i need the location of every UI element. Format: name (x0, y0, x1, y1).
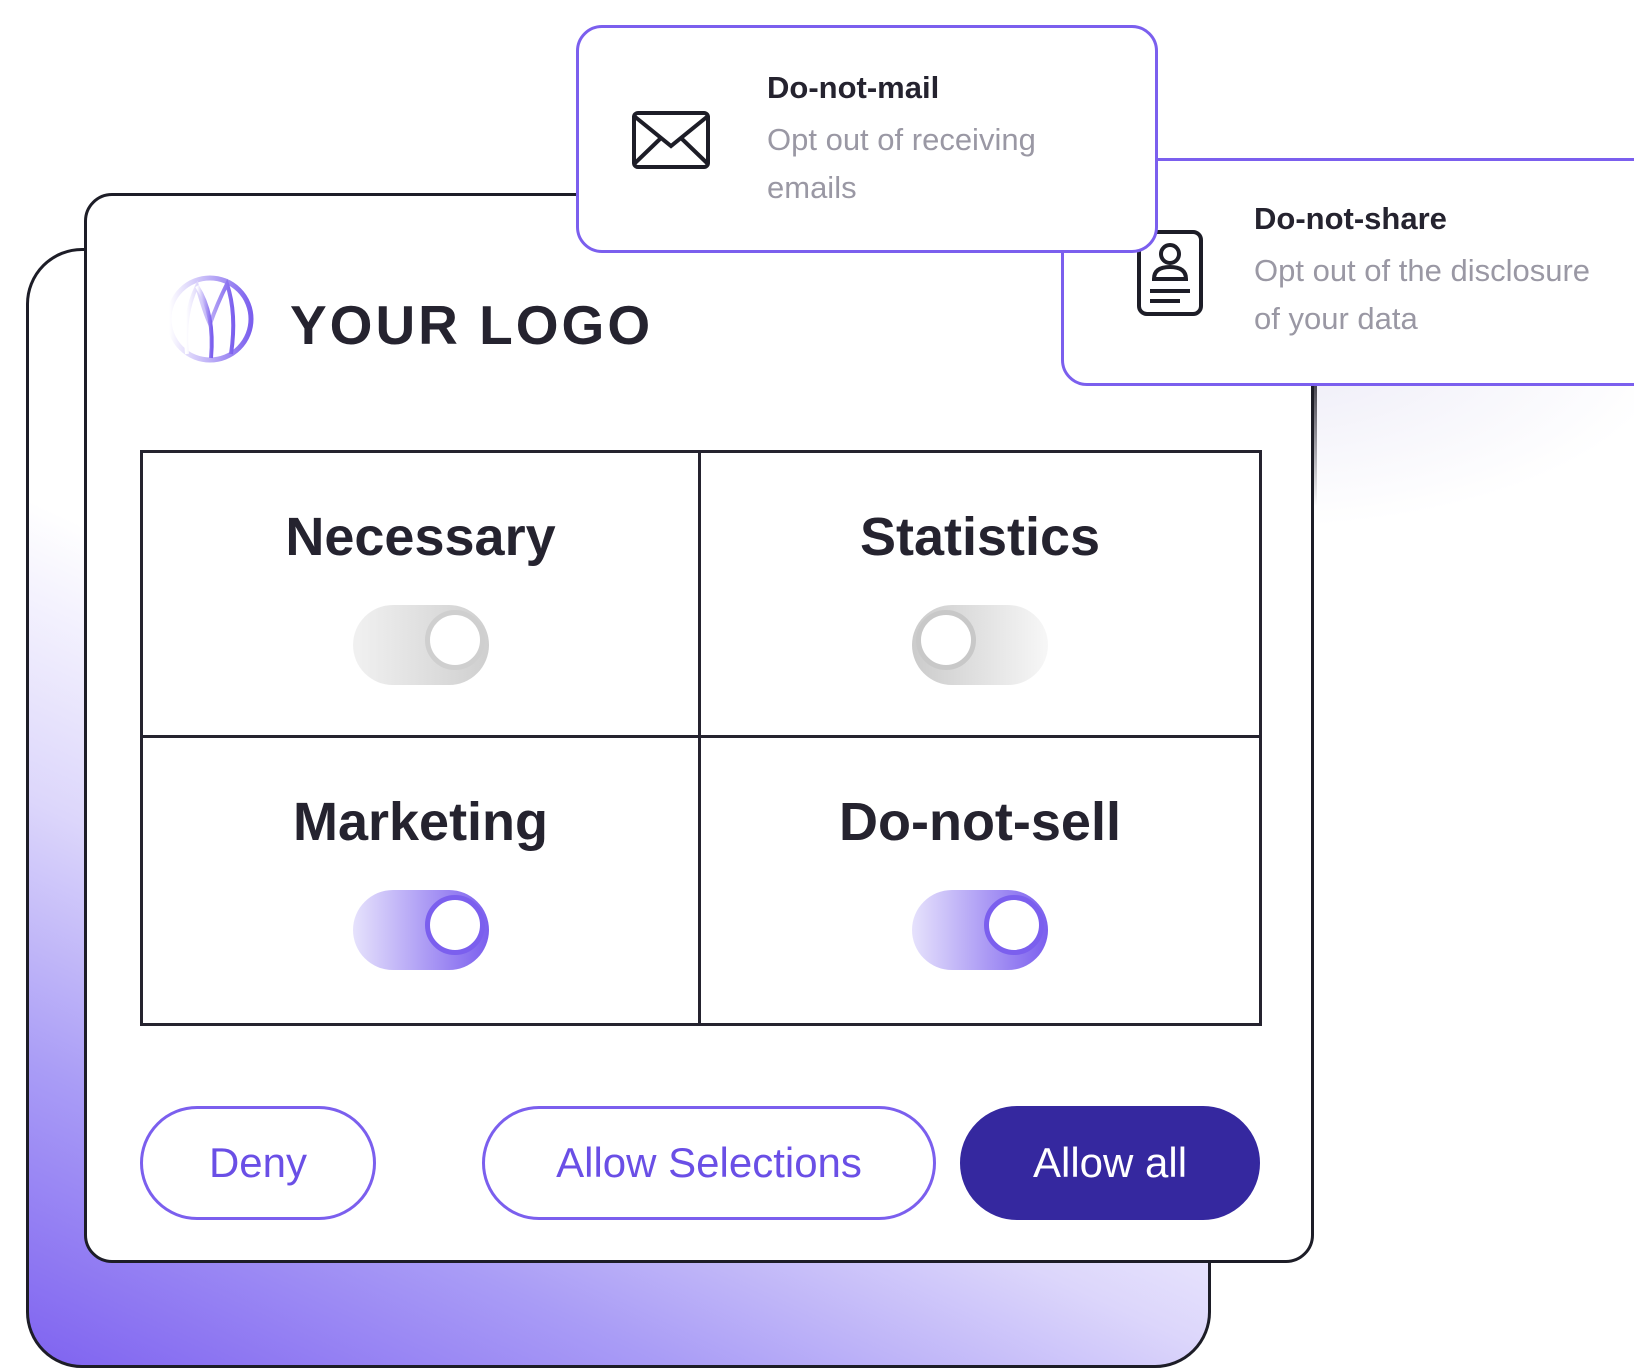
toggle-knob (424, 895, 485, 955)
logo-icon (166, 275, 254, 363)
allow-all-button[interactable]: Allow all (960, 1106, 1260, 1220)
toggle-knob (424, 610, 485, 670)
logo-text: YOUR LOGO (290, 294, 654, 356)
do-not-sell-toggle[interactable] (912, 890, 1048, 970)
category-necessary: Necessary (143, 453, 701, 738)
popup-title: Do-not-share (1254, 201, 1447, 236)
category-do-not-sell: Do-not-sell (701, 738, 1259, 1023)
deny-button[interactable]: Deny (140, 1106, 376, 1220)
popup-title: Do-not-mail (767, 70, 940, 105)
category-marketing: Marketing (143, 738, 701, 1023)
connector-line (1314, 386, 1317, 506)
consent-categories-grid: Necessary Statistics Marketing Do-not-se… (140, 450, 1262, 1026)
popup-description: Opt out of receiving emails (767, 122, 1036, 205)
do-not-mail-card[interactable]: Do-not-mail Opt out of receiving emails (576, 25, 1158, 253)
category-label: Do-not-sell (839, 792, 1121, 852)
category-label: Statistics (859, 507, 1101, 567)
statistics-toggle[interactable] (912, 605, 1048, 685)
allow-selections-button[interactable]: Allow Selections (482, 1106, 936, 1220)
category-label: Necessary (285, 507, 556, 567)
category-label: Marketing (292, 792, 549, 852)
marketing-toggle[interactable] (352, 890, 489, 970)
necessary-toggle[interactable] (352, 605, 489, 685)
toggle-knob (916, 610, 976, 670)
category-statistics: Statistics (701, 453, 1259, 738)
popup-description: Opt out of the disclosure of your data (1254, 253, 1591, 336)
toggle-knob (984, 895, 1044, 955)
envelope-icon (632, 111, 710, 169)
